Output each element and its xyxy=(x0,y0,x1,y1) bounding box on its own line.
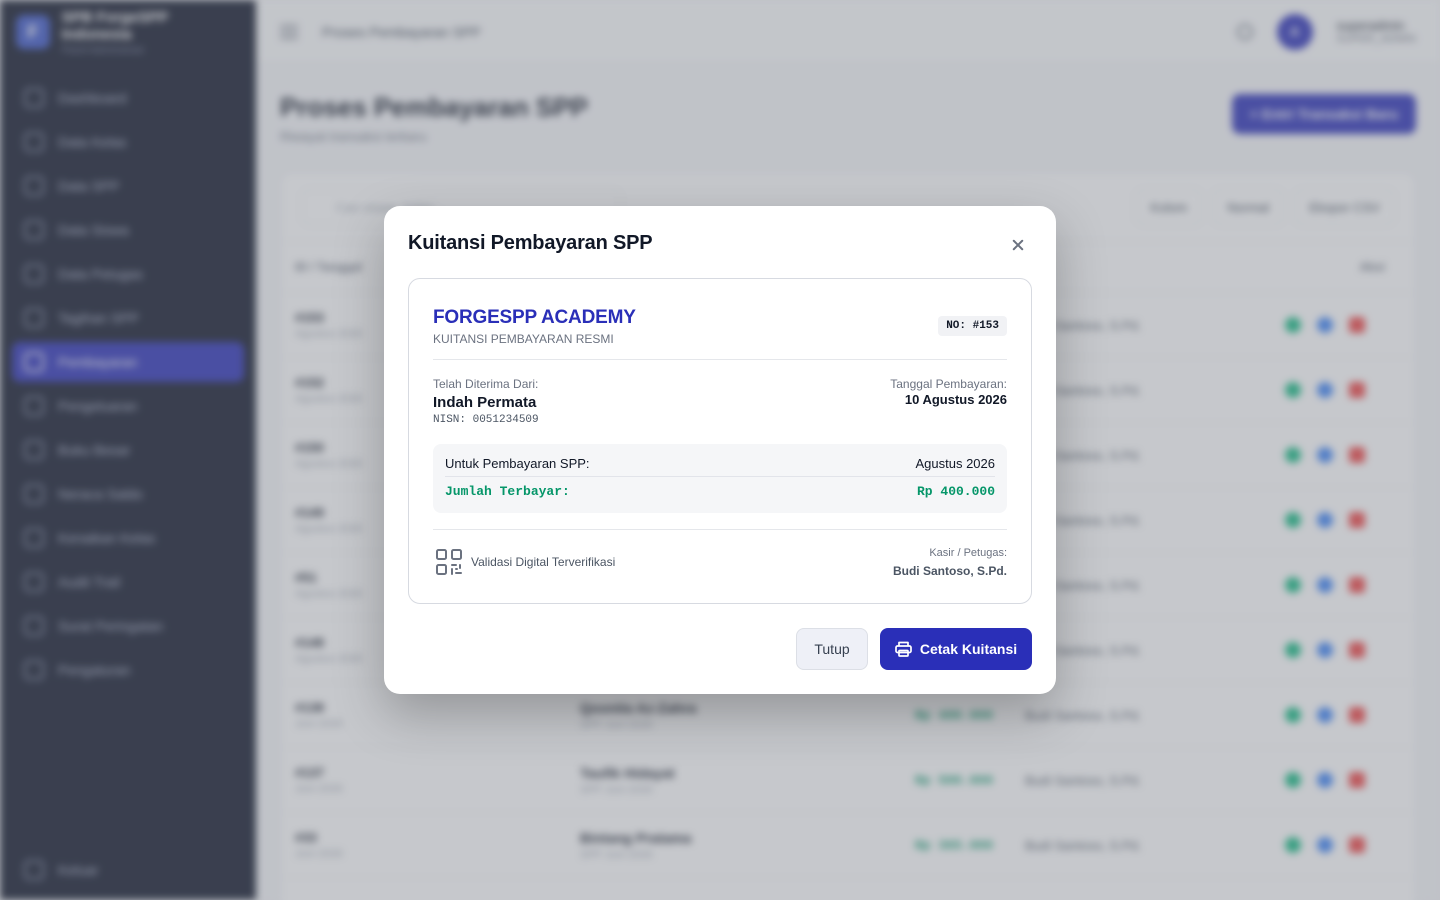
school-name: FORGESPP ACADEMY xyxy=(433,307,636,328)
close-icon[interactable] xyxy=(1004,234,1032,256)
receipt-modal: Kuitansi Pembayaran SPP FORGESPP ACADEMY… xyxy=(384,206,1056,694)
receipt-divider-bottom xyxy=(433,529,1007,530)
received-from-label: Telah Diterima Dari: xyxy=(433,377,539,391)
amount-paid-value: Rp 400.000 xyxy=(916,484,995,499)
cashier-name: Budi Santoso, S.Pd. xyxy=(892,564,1007,578)
payment-date-label: Tanggal Pembayaran: xyxy=(890,377,1007,391)
modal-title: Kuitansi Pembayaran SPP xyxy=(408,232,653,254)
cashier-label: Kasir / Petugas: xyxy=(929,547,1007,559)
payment-summary-box: Untuk Pembayaran SPP: Agustus 2026 Jumla… xyxy=(433,444,1007,513)
receipt-divider-top xyxy=(433,359,1007,360)
receipt-card: FORGESPP ACADEMY KUITANSI PEMBAYARAN RES… xyxy=(408,278,1032,604)
payment-for-label: Untuk Pembayaran SPP: xyxy=(445,456,590,471)
payment-date-value: 10 Agustus 2026 xyxy=(904,392,1007,407)
receipt-subtitle: KUITANSI PEMBAYARAN RESMI xyxy=(433,332,614,346)
qr-code-icon xyxy=(436,549,462,575)
printer-icon xyxy=(895,641,912,657)
payment-summary-divider xyxy=(445,476,995,477)
payment-for-value: Agustus 2026 xyxy=(915,456,995,471)
close-button[interactable]: Tutup xyxy=(796,628,868,670)
student-nisn: NISN: 0051234509 xyxy=(433,414,539,426)
print-receipt-label: Cetak Kuitansi xyxy=(919,641,1018,657)
student-name: Indah Permata xyxy=(433,394,537,411)
receipt-number-badge: NO: #153 xyxy=(938,316,1007,336)
print-receipt-button[interactable]: Cetak Kuitansi xyxy=(880,628,1032,670)
amount-paid-label: Jumlah Terbayar: xyxy=(445,484,570,499)
validation-text: Validasi Digital Terverifikasi xyxy=(471,555,616,569)
